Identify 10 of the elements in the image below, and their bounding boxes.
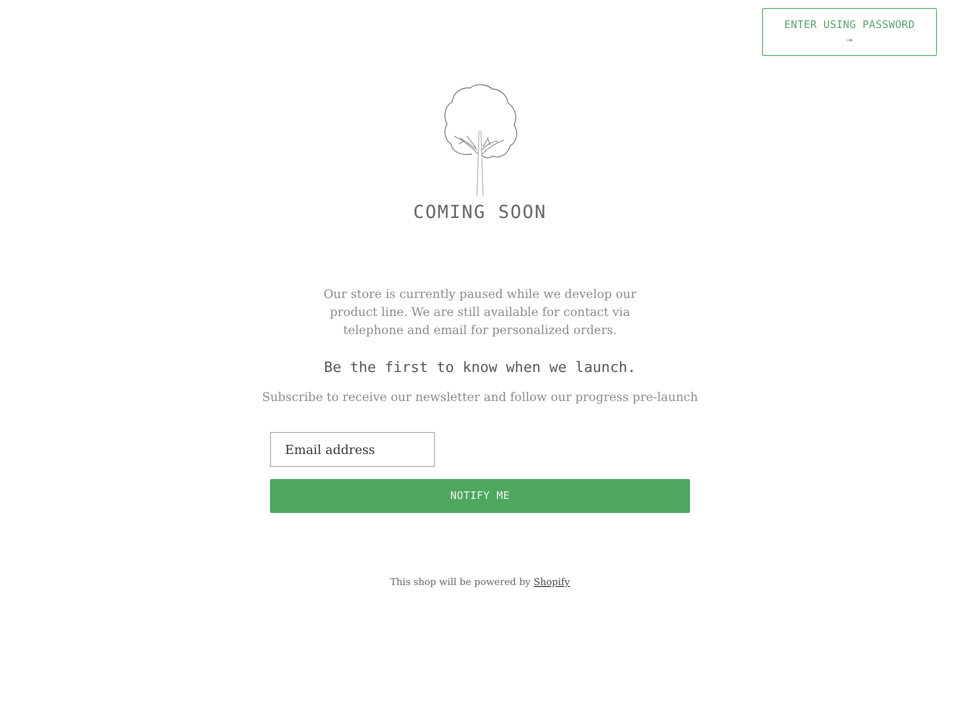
store-message: Our store is currently paused while we develop our product line. We are still available for contact via telephone and email for personalized orders. bbox=[322, 286, 638, 339]
password-button[interactable]: ENTER USING PASSWORD → bbox=[762, 8, 937, 56]
newsletter-subtext: Subscribe to receive our newsletter and follow our progress pre-launch bbox=[262, 389, 698, 406]
launch-heading: Be the first to know when we launch. bbox=[324, 359, 636, 378]
tree-icon bbox=[442, 84, 518, 197]
email-field[interactable]: Email address bbox=[270, 432, 435, 467]
shopify-link[interactable]: Shopify bbox=[534, 577, 570, 588]
notify-button[interactable]: NOTIFY ME bbox=[270, 479, 690, 513]
footer-text: This shop will be powered by Shopify bbox=[390, 576, 570, 590]
coming-soon-title: COMING SOON bbox=[413, 202, 547, 224]
